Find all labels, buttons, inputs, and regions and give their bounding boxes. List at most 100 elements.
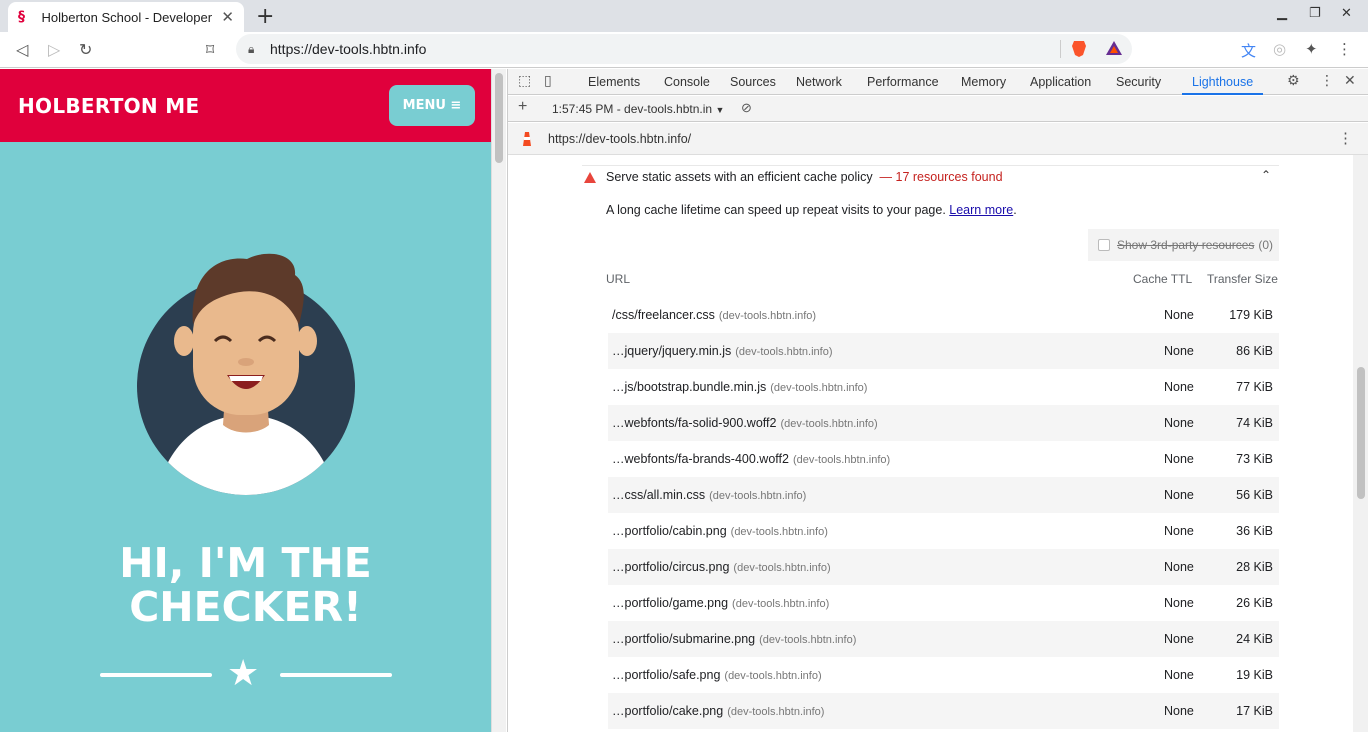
resource-url[interactable]: …portfolio/safe.png (dev-tools.hbtn.info)	[612, 668, 822, 682]
kebab-menu-icon[interactable]: ⋮	[1337, 40, 1352, 58]
report-toolbar: + 1:57:45 PM - dev-tools.hbtn.in ▼ ⊘	[508, 96, 1368, 122]
table-row[interactable]: …jquery/jquery.min.js (dev-tools.hbtn.inf…	[608, 333, 1279, 369]
report-menu-icon[interactable]: ⋮	[1338, 129, 1353, 147]
table-row[interactable]: …js/bootstrap.bundle.min.js (dev-tools.hb…	[608, 369, 1279, 405]
resource-host: (dev-tools.hbtn.info)	[759, 634, 857, 646]
resource-url[interactable]: …portfolio/cake.png (dev-tools.hbtn.info)	[612, 704, 824, 718]
address-bar[interactable]: 🔒︎ https://dev-tools.hbtn.info	[236, 34, 1132, 64]
inspect-icon[interactable]: ⬚	[518, 73, 531, 89]
menu-button[interactable]: MENU ≡	[389, 85, 475, 126]
lock-icon[interactable]: 🔒︎	[248, 42, 262, 57]
resource-url[interactable]: …portfolio/game.png (dev-tools.hbtn.info)	[612, 596, 829, 610]
resource-url[interactable]: …portfolio/cabin.png (dev-tools.hbtn.info…	[612, 524, 828, 538]
tab-lighthouse[interactable]: Lighthouse	[1182, 69, 1264, 95]
tab-memory[interactable]: Memory	[961, 69, 1006, 95]
third-party-label: Show 3rd-party resources	[1117, 238, 1255, 252]
translate-icon[interactable]: 文	[1241, 40, 1256, 61]
devtools-panel: ⬚ ▯ Elements Console Sources Network Per…	[507, 69, 1368, 732]
table-row[interactable]: …css/all.min.css (dev-tools.hbtn.info) Non…	[608, 477, 1279, 513]
resource-url[interactable]: …css/all.min.css (dev-tools.hbtn.info)	[612, 488, 806, 502]
resource-path: …portfolio/game.png	[612, 596, 729, 610]
resource-host: (dev-tools.hbtn.info)	[718, 310, 817, 322]
resource-url[interactable]: …jquery/jquery.min.js (dev-tools.hbtn.inf…	[612, 344, 832, 358]
column-cache-ttl: Cache TTL	[1133, 272, 1193, 286]
tab-close-icon[interactable]: ✕	[221, 8, 234, 26]
resource-host: (dev-tools.hbtn.info)	[730, 526, 828, 538]
resource-path: /css/freelancer.css	[612, 308, 715, 322]
tab-elements[interactable]: Elements	[588, 69, 640, 95]
report-scrollbar[interactable]	[1353, 155, 1368, 732]
dropdown-arrow-icon: ▼	[715, 105, 725, 115]
table-row[interactable]: …webfonts/fa-brands-400.woff2 (dev-tools.…	[608, 441, 1279, 477]
third-party-checkbox[interactable]	[1098, 239, 1110, 251]
resource-url[interactable]: …js/bootstrap.bundle.min.js (dev-tools.hb…	[612, 380, 867, 394]
tab-network[interactable]: Network	[796, 69, 842, 95]
minimize-icon[interactable]: ▁	[1277, 6, 1287, 21]
brave-icon[interactable]	[1071, 39, 1087, 57]
back-icon[interactable]: ◁	[16, 40, 28, 59]
resource-cache-ttl: None	[1164, 452, 1194, 466]
resource-transfer-size: 28 KiB	[1236, 560, 1273, 574]
new-report-icon[interactable]: +	[518, 98, 527, 116]
resource-host: (dev-tools.hbtn.info)	[780, 418, 878, 430]
window-close-icon[interactable]: ✕	[1341, 6, 1352, 21]
tab-console[interactable]: Console	[664, 69, 710, 95]
table-row[interactable]: …portfolio/cake.png (dev-tools.hbtn.info)…	[608, 693, 1279, 729]
restore-icon[interactable]: ❐	[1309, 6, 1321, 21]
resource-host: (dev-tools.hbtn.info)	[770, 382, 868, 394]
table-row[interactable]: …portfolio/cabin.png (dev-tools.hbtn.info…	[608, 513, 1279, 549]
resource-path: …portfolio/circus.png	[612, 560, 730, 574]
clear-icon[interactable]: ⊘	[741, 100, 752, 116]
new-tab-button[interactable]: +	[256, 4, 274, 29]
resource-table: /css/freelancer.css (dev-tools.hbtn.info)…	[608, 297, 1279, 729]
tab-sources[interactable]: Sources	[730, 69, 776, 95]
page-scroll-thumb[interactable]	[495, 73, 503, 163]
bookmark-icon[interactable]: ⌑	[206, 40, 214, 59]
table-row[interactable]: /css/freelancer.css (dev-tools.hbtn.info)…	[608, 297, 1279, 333]
device-icon[interactable]: ▯	[544, 73, 552, 89]
audit-header[interactable]: Serve static assets with an efficient ca…	[582, 165, 1279, 189]
extensions-icon[interactable]: ✦	[1305, 40, 1318, 58]
table-row[interactable]: …portfolio/circus.png (dev-tools.hbtn.inf…	[608, 549, 1279, 585]
table-row[interactable]: …portfolio/safe.png (dev-tools.hbtn.info)…	[608, 657, 1279, 693]
table-row[interactable]: …webfonts/fa-solid-900.woff2 (dev-tools.h…	[608, 405, 1279, 441]
resource-path: …portfolio/cake.png	[612, 704, 724, 718]
resource-cache-ttl: None	[1164, 596, 1194, 610]
resource-url[interactable]: /css/freelancer.css (dev-tools.hbtn.info)	[612, 308, 816, 322]
table-row[interactable]: …portfolio/game.png (dev-tools.hbtn.info)…	[608, 585, 1279, 621]
column-transfer-size: Transfer Size	[1207, 272, 1278, 286]
forward-icon[interactable]: ▷	[48, 40, 60, 59]
address-url[interactable]: https://dev-tools.hbtn.info	[270, 41, 426, 57]
learn-more-link[interactable]: Learn more	[949, 203, 1013, 217]
page-scrollbar[interactable]	[491, 69, 506, 732]
chevron-up-icon[interactable]: ⌃	[1261, 168, 1271, 182]
tab-security[interactable]: Security	[1116, 69, 1161, 95]
close-icon[interactable]: ✕	[1344, 73, 1356, 89]
lighthouse-icon	[523, 132, 531, 146]
audit-title: Serve static assets with an efficient ca…	[606, 170, 1003, 184]
devtools-menu-icon[interactable]: ⋮	[1320, 73, 1334, 89]
resource-path: …webfonts/fa-brands-400.woff2	[612, 452, 789, 466]
resource-path: …jquery/jquery.min.js	[612, 344, 732, 358]
column-url: URL	[606, 272, 631, 286]
site-brand[interactable]: HOLBERTON ME	[18, 94, 199, 118]
resource-host: (dev-tools.hbtn.info)	[735, 346, 833, 358]
bat-icon[interactable]	[1105, 40, 1123, 56]
resource-url[interactable]: …portfolio/circus.png (dev-tools.hbtn.inf…	[612, 560, 831, 574]
resource-transfer-size: 74 KiB	[1236, 416, 1273, 430]
extension-icon[interactable]: ◎	[1273, 40, 1286, 58]
resource-url[interactable]: …portfolio/submarine.png (dev-tools.hbtn.…	[612, 632, 856, 646]
table-row[interactable]: …portfolio/submarine.png (dev-tools.hbtn.…	[608, 621, 1279, 657]
tab-application[interactable]: Application	[1030, 69, 1091, 95]
report-scroll-thumb[interactable]	[1357, 367, 1365, 499]
tab-performance[interactable]: Performance	[867, 69, 939, 95]
settings-icon[interactable]: ⚙	[1287, 73, 1300, 89]
report-selector[interactable]: 1:57:45 PM - dev-tools.hbtn.in ▼	[552, 102, 724, 116]
browser-tab[interactable]: § Holberton School - Developer ✕	[8, 2, 244, 32]
reload-icon[interactable]: ↻	[79, 40, 92, 59]
resource-cache-ttl: None	[1164, 704, 1194, 718]
third-party-filter[interactable]: Show 3rd-party resources (0)	[1088, 229, 1279, 261]
resource-url[interactable]: …webfonts/fa-brands-400.woff2 (dev-tools.…	[612, 452, 890, 466]
resource-url[interactable]: …webfonts/fa-solid-900.woff2 (dev-tools.h…	[612, 416, 878, 430]
divider-right	[280, 673, 392, 677]
